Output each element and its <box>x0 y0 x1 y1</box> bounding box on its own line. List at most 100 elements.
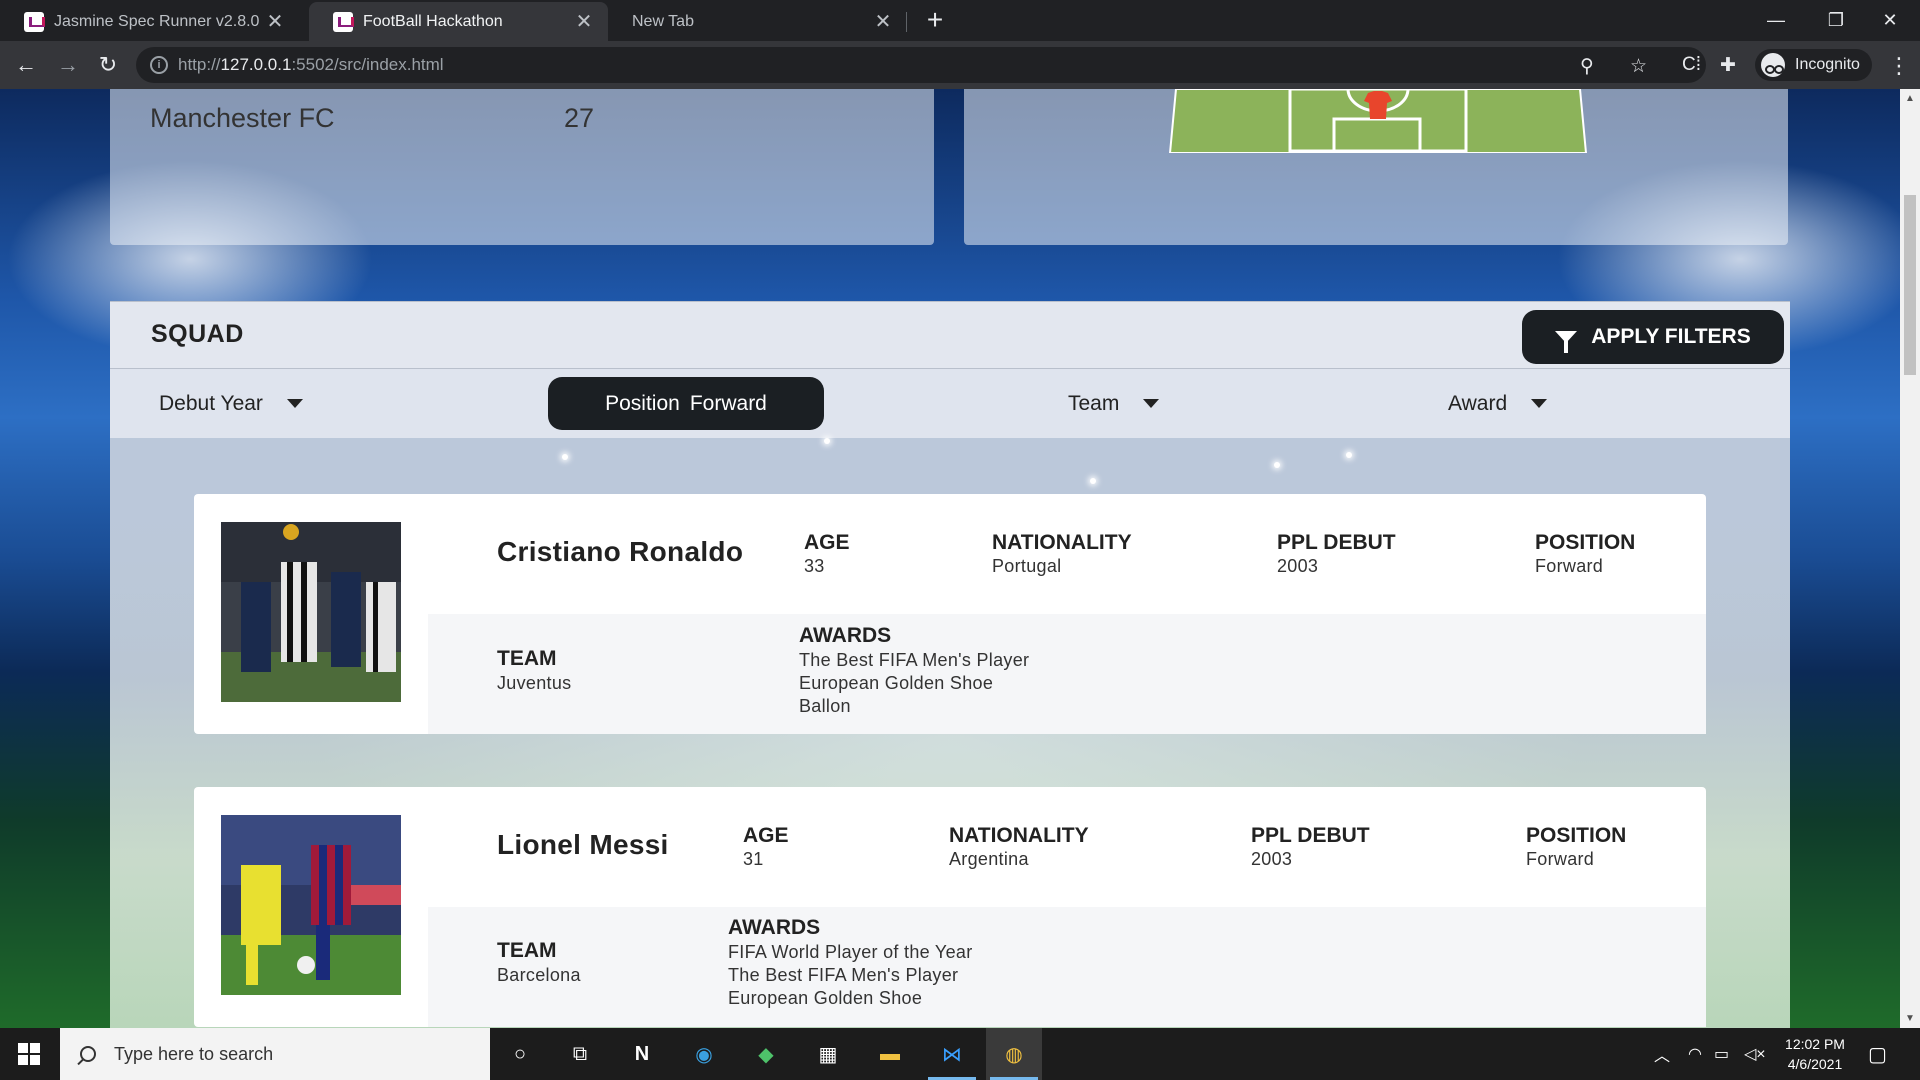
apply-filters-button[interactable]: APPLY FILTERS <box>1522 310 1784 364</box>
ppl-debut-value: 2003 <box>1277 556 1319 576</box>
battery-icon[interactable]: ▭ <box>1714 1028 1729 1080</box>
player-card[interactable]: Lionel Messi AGE 31 NATIONALITY Argentin… <box>194 787 1706 1027</box>
nationality-value: Argentina <box>949 849 1029 869</box>
player-name: Cristiano Ronaldo <box>497 536 744 567</box>
tab-separator <box>906 12 907 32</box>
player-photo <box>221 522 401 702</box>
apply-filters-label: APPLY FILTERS <box>1591 325 1751 348</box>
team-player-count: 27 <box>564 103 595 133</box>
store-icon[interactable]: ▦ <box>800 1028 856 1080</box>
award-item: European Golden Shoe <box>728 988 923 1008</box>
filter-team-dropdown[interactable]: Team <box>1068 369 1160 438</box>
filter-position-chip[interactable]: Position Forward <box>548 377 824 430</box>
tab-label: New Tab <box>632 12 694 30</box>
award-item: European Golden Shoe <box>799 673 994 693</box>
window-close-icon[interactable]: ✕ <box>1860 0 1920 40</box>
extensions-puzzle-icon[interactable]: ✚ <box>1720 54 1736 77</box>
close-icon[interactable]: ✕ <box>265 9 285 34</box>
clock-date: 4/6/2021 <box>1787 1056 1843 1072</box>
close-icon[interactable]: ✕ <box>873 9 893 34</box>
back-arrow-icon[interactable]: ← <box>8 47 44 83</box>
tab-new-tab[interactable]: New Tab ✕ <box>608 2 907 41</box>
nationality-label: NATIONALITY <box>992 531 1132 554</box>
incognito-label: Incognito <box>1795 56 1860 73</box>
squad-header: SQUAD APPLY FILTERS <box>110 301 1790 369</box>
extension-ci-icon[interactable]: C⁞ <box>1682 54 1701 76</box>
award-item: The Best FIFA Men's Player <box>728 965 959 985</box>
reload-icon[interactable]: ↻ <box>90 47 126 83</box>
sparkle-decoration <box>1090 478 1096 484</box>
player-details-band <box>428 614 1706 734</box>
scroll-down-icon[interactable]: ▼ <box>1905 1013 1915 1024</box>
windows-start-icon[interactable] <box>18 1043 40 1065</box>
scroll-up-icon[interactable]: ▲ <box>1905 93 1915 104</box>
url-text[interactable]: http://127.0.0.1:5502/src/index.html <box>178 55 444 75</box>
filter-funnel-icon <box>1555 331 1578 353</box>
page-scrollbar[interactable]: ▲ ▼ <box>1900 89 1920 1028</box>
taskbar-search-placeholder: Type here to search <box>114 1043 274 1064</box>
edge-browser-icon[interactable]: ◉ <box>676 1028 732 1080</box>
taskbar-clock[interactable]: 12:02 PM 4/6/2021 <box>1770 1034 1860 1074</box>
bookmark-star-icon[interactable]: ☆ <box>1630 55 1647 78</box>
volume-muted-icon[interactable]: ◁× <box>1744 1028 1766 1080</box>
taskbar-search-box[interactable]: Type here to search <box>60 1028 490 1080</box>
browser-tab-bar: Jasmine Spec Runner v2.8.0 ✕ FootBall Ha… <box>0 0 1920 41</box>
forward-arrow-icon[interactable]: → <box>50 47 86 83</box>
close-icon[interactable]: ✕ <box>574 9 594 34</box>
filter-team-label: Team <box>1068 391 1120 415</box>
sourcetree-icon[interactable]: ◆ <box>738 1028 794 1080</box>
football-favicon-icon <box>333 11 354 32</box>
site-info-icon[interactable]: i <box>150 56 168 74</box>
filter-position-value: Forward <box>689 391 767 415</box>
ppl-debut-label: PPL DEBUT <box>1277 531 1396 554</box>
chrome-icon[interactable]: ◍ <box>986 1028 1042 1080</box>
filter-award-label: Award <box>1448 391 1508 415</box>
tab-jasmine-spec-runner[interactable]: Jasmine Spec Runner v2.8.0 ✕ <box>0 2 299 41</box>
jasmine-favicon-icon <box>24 11 45 32</box>
age-value: 31 <box>743 849 764 869</box>
incognito-profile-button[interactable]: Incognito <box>1755 49 1872 81</box>
awards-label: AWARDS <box>799 624 892 647</box>
sparkle-decoration <box>562 454 568 460</box>
file-explorer-icon[interactable]: ▬ <box>862 1028 918 1080</box>
filter-award-dropdown[interactable]: Award <box>1448 369 1548 438</box>
age-label: AGE <box>804 531 850 554</box>
show-hidden-icons-chevron-icon[interactable]: ︿ <box>1654 1028 1670 1080</box>
notifications-icon[interactable]: ▢ <box>1868 1028 1887 1080</box>
team-value: Barcelona <box>497 965 581 985</box>
award-item: The Best FIFA Men's Player <box>799 650 1030 670</box>
cortana-icon[interactable]: ○ <box>492 1028 548 1080</box>
filter-debut-year-dropdown[interactable]: Debut Year <box>159 369 303 438</box>
incognito-icon <box>1761 53 1785 77</box>
chevron-down-icon <box>1531 399 1548 408</box>
football-pitch-graphic <box>1168 89 1588 153</box>
new-tab-plus-icon[interactable]: + <box>920 4 950 36</box>
more-menu-icon[interactable]: ⋮ <box>1888 53 1910 79</box>
task-view-icon[interactable]: ⧉ <box>552 1028 608 1080</box>
clock-time: 12:02 PM <box>1785 1036 1845 1052</box>
tab-football-hackathon[interactable]: FootBall Hackathon ✕ <box>309 2 608 41</box>
award-item: Ballon <box>799 696 851 716</box>
scrollbar-thumb[interactable] <box>1904 195 1916 375</box>
address-bar[interactable]: i http://127.0.0.1:5502/src/index.html ⚲… <box>136 47 1706 83</box>
notion-app-icon[interactable]: N <box>614 1028 670 1080</box>
vscode-icon[interactable]: ⋈ <box>924 1028 980 1080</box>
wifi-icon[interactable]: ◠ <box>1688 1028 1702 1080</box>
player-card[interactable]: Cristiano Ronaldo AGE 33 NATIONALITY Por… <box>194 494 1706 734</box>
ppl-debut-label: PPL DEBUT <box>1251 824 1370 847</box>
position-label: POSITION <box>1526 824 1627 847</box>
awards-label: AWARDS <box>728 916 821 939</box>
zoom-icon[interactable]: ⚲ <box>1580 55 1594 78</box>
filter-bar: Debut Year Position Forward Team Award <box>110 369 1790 438</box>
tab-label: Jasmine Spec Runner v2.8.0 <box>54 12 260 30</box>
team-label: TEAM <box>497 939 557 962</box>
minimize-icon[interactable]: — <box>1746 0 1806 40</box>
age-label: AGE <box>743 824 789 847</box>
nationality-label: NATIONALITY <box>949 824 1089 847</box>
sparkle-decoration <box>824 438 830 444</box>
position-value: Forward <box>1535 556 1604 576</box>
windows-taskbar: Type here to search ○ ⧉ N ◉ ◆ ▦ ▬ ⋈ ◍ ︿ … <box>0 1028 1920 1080</box>
restore-icon[interactable]: ❐ <box>1806 0 1866 40</box>
chevron-down-icon <box>1143 399 1160 408</box>
age-value: 33 <box>804 556 825 576</box>
